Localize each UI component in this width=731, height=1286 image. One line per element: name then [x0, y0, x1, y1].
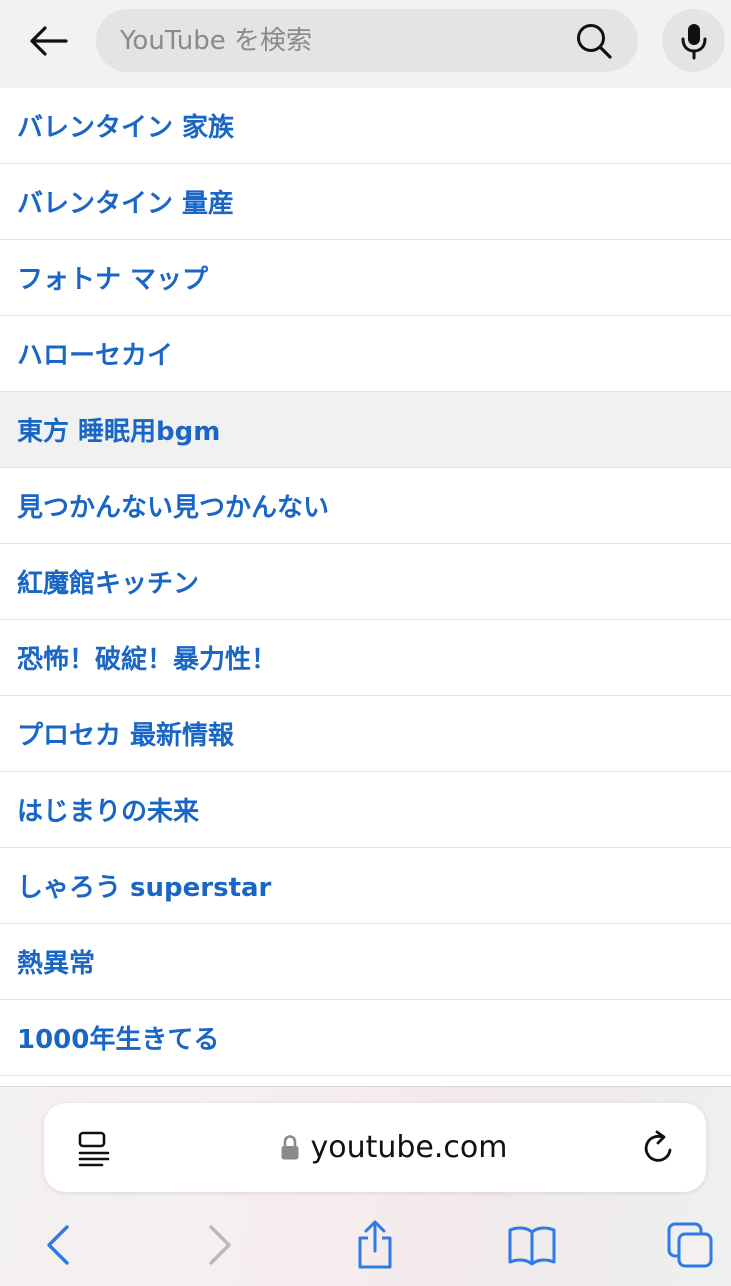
url-text: youtube.com — [310, 1130, 508, 1165]
reader-view-icon — [78, 1131, 110, 1167]
suggestion-item[interactable]: プロセカ 最新情報 — [0, 696, 731, 772]
suggestion-item[interactable]: ハローセカイ — [0, 316, 731, 392]
suggestion-item[interactable]: はじまりの未来 — [0, 772, 731, 848]
url-field[interactable]: youtube.com — [244, 1103, 544, 1192]
chevron-left-icon — [47, 1225, 69, 1265]
search-input[interactable] — [120, 9, 550, 72]
search-header — [0, 0, 731, 88]
page: バレンタイン 家族 バレンタイン 量産 フォトナ マップ ハローセカイ 東方 睡… — [0, 0, 731, 1286]
reload-icon — [644, 1130, 672, 1162]
suggestion-item[interactable]: フォトナ マップ — [0, 240, 731, 316]
search-button[interactable] — [574, 21, 614, 61]
suggestion-item[interactable]: 恐怖！破綻！暴力性！ — [0, 620, 731, 696]
suggestion-item[interactable]: 1000年生きてる — [0, 1000, 731, 1076]
suggestion-item[interactable]: 紅魔館キッチン — [0, 544, 731, 620]
suggestion-item[interactable]: 熱異常 — [0, 924, 731, 1000]
chevron-right-icon — [209, 1225, 231, 1265]
suggestion-item[interactable]: バレンタイン 家族 — [0, 88, 731, 164]
reader-view-button[interactable] — [74, 1129, 114, 1169]
back-button[interactable] — [22, 18, 74, 64]
suggestion-item[interactable]: しゃろう superstar — [0, 848, 731, 924]
lock-icon — [281, 1134, 299, 1159]
bookmarks-button[interactable] — [504, 1217, 560, 1273]
browser-toolbar: youtube.com — [0, 1086, 731, 1286]
nav-forward-button[interactable] — [192, 1217, 248, 1273]
address-bar[interactable]: youtube.com — [44, 1103, 706, 1192]
suggestion-item[interactable]: 見つかんない見つかんない — [0, 468, 731, 544]
book-icon — [508, 1226, 556, 1266]
share-button[interactable] — [347, 1217, 403, 1273]
share-icon — [358, 1220, 392, 1269]
voice-search-button[interactable] — [662, 9, 725, 72]
search-icon — [577, 24, 612, 59]
tabs-icon — [667, 1222, 713, 1268]
suggestion-list: バレンタイン 家族 バレンタイン 量産 フォトナ マップ ハローセカイ 東方 睡… — [0, 88, 731, 1076]
nav-back-button[interactable] — [30, 1217, 86, 1273]
tabs-button[interactable] — [662, 1217, 718, 1273]
suggestion-item[interactable]: 東方 睡眠用bgm — [0, 392, 731, 468]
back-arrow-icon — [30, 26, 68, 56]
suggestion-item[interactable]: バレンタイン 量産 — [0, 164, 731, 240]
search-box — [96, 9, 638, 72]
reload-button[interactable] — [640, 1129, 678, 1167]
microphone-icon — [681, 23, 706, 59]
